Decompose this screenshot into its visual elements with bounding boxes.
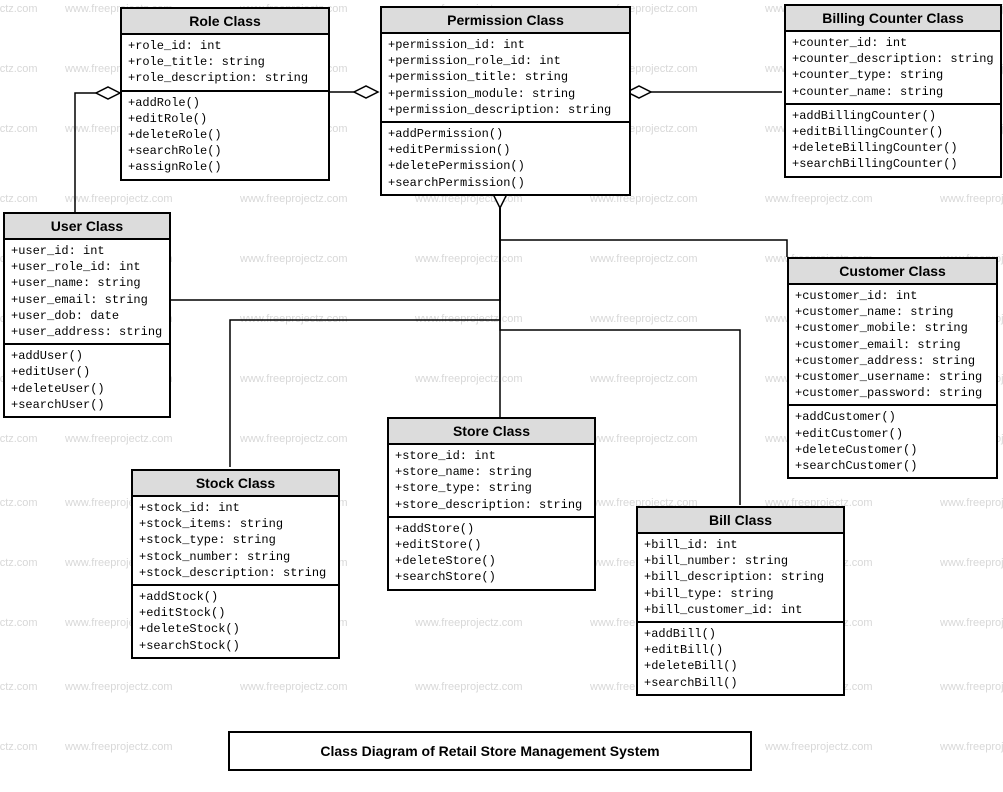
class-user-attrs: +user_id: int+user_role_id: int+user_nam… bbox=[5, 240, 169, 345]
class-permission: Permission Class +permission_id: int+per… bbox=[380, 6, 631, 196]
class-customer-attrs: +customer_id: int+customer_name: string+… bbox=[789, 285, 996, 406]
class-role-attrs: +role_id: int+role_title: string+role_de… bbox=[122, 35, 328, 92]
class-role: Role Class +role_id: int+role_title: str… bbox=[120, 7, 330, 181]
class-role-title: Role Class bbox=[122, 9, 328, 35]
class-bill-attrs: +bill_id: int+bill_number: string+bill_d… bbox=[638, 534, 843, 623]
class-customer-ops: +addCustomer()+editCustomer()+deleteCust… bbox=[789, 406, 996, 477]
class-permission-ops: +addPermission()+editPermission()+delete… bbox=[382, 123, 629, 194]
class-permission-title: Permission Class bbox=[382, 8, 629, 34]
class-stock-title: Stock Class bbox=[133, 471, 338, 497]
class-permission-attrs: +permission_id: int+permission_role_id: … bbox=[382, 34, 629, 123]
class-user-ops: +addUser()+editUser()+deleteUser()+searc… bbox=[5, 345, 169, 416]
class-customer: Customer Class +customer_id: int+custome… bbox=[787, 257, 998, 479]
class-user-title: User Class bbox=[5, 214, 169, 240]
class-bill-title: Bill Class bbox=[638, 508, 843, 534]
class-store-ops: +addStore()+editStore()+deleteStore()+se… bbox=[389, 518, 594, 589]
class-stock: Stock Class +stock_id: int+stock_items: … bbox=[131, 469, 340, 659]
class-store: Store Class +store_id: int+store_name: s… bbox=[387, 417, 596, 591]
class-billing: Billing Counter Class +counter_id: int+c… bbox=[784, 4, 1002, 178]
class-store-attrs: +store_id: int+store_name: string+store_… bbox=[389, 445, 594, 518]
diagram-caption: Class Diagram of Retail Store Management… bbox=[228, 731, 752, 771]
class-bill-ops: +addBill()+editBill()+deleteBill()+searc… bbox=[638, 623, 843, 694]
class-customer-title: Customer Class bbox=[789, 259, 996, 285]
class-stock-attrs: +stock_id: int+stock_items: string+stock… bbox=[133, 497, 338, 586]
class-stock-ops: +addStock()+editStock()+deleteStock()+se… bbox=[133, 586, 338, 657]
class-user: User Class +user_id: int+user_role_id: i… bbox=[3, 212, 171, 418]
class-store-title: Store Class bbox=[389, 419, 594, 445]
class-bill: Bill Class +bill_id: int+bill_number: st… bbox=[636, 506, 845, 696]
class-billing-ops: +addBillingCounter()+editBillingCounter(… bbox=[786, 105, 1000, 176]
class-billing-attrs: +counter_id: int+counter_description: st… bbox=[786, 32, 1000, 105]
class-billing-title: Billing Counter Class bbox=[786, 6, 1000, 32]
class-role-ops: +addRole()+editRole()+deleteRole()+searc… bbox=[122, 92, 328, 179]
